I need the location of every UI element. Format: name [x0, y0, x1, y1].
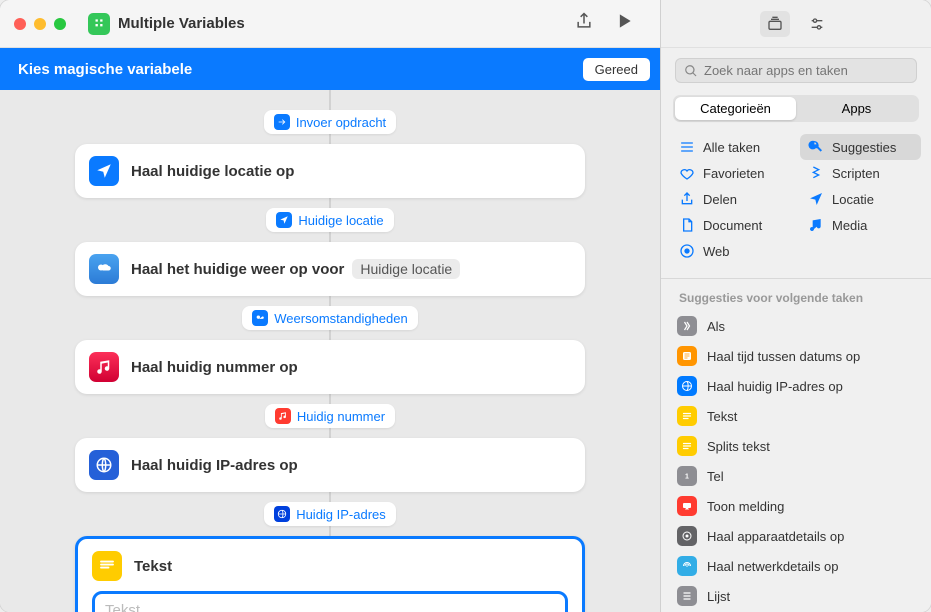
suggestion-als[interactable]: Als	[661, 311, 931, 341]
suggestion-haal-apparaatdetails-op[interactable]: Haal apparaatdetails op	[661, 521, 931, 551]
variable-label: Weersomstandigheden	[274, 311, 407, 326]
run-button[interactable]	[614, 11, 634, 36]
close-icon[interactable]	[14, 18, 26, 30]
segment-categories[interactable]: Categorieën	[675, 97, 796, 120]
input-variable-pill[interactable]: Invoer opdracht	[264, 110, 396, 134]
suggestion-icon	[677, 586, 697, 606]
action-title: Haal huidig IP-adres op	[131, 457, 298, 474]
action-title: Haal huidige locatie op	[131, 163, 294, 180]
variable-location[interactable]: Huidige locatie	[266, 208, 393, 232]
segment-apps[interactable]: Apps	[796, 97, 917, 120]
action-title: Haal het huidige weer op voor Huidige lo…	[131, 259, 460, 279]
variable-picker-label: Kies magische variabele	[18, 61, 192, 78]
category-document[interactable]: Document	[671, 212, 792, 238]
category-locatie[interactable]: Locatie	[800, 186, 921, 212]
library-button[interactable]	[760, 11, 790, 37]
action-get-song[interactable]: Haal huidig nummer op	[75, 340, 585, 394]
input-variable-label: Invoer opdracht	[296, 115, 386, 130]
suggestion-icon	[677, 406, 697, 426]
segment-control[interactable]: Categorieën Apps	[673, 95, 919, 122]
action-title: Haal huidig nummer op	[131, 359, 298, 376]
variable-song[interactable]: Huidig nummer	[265, 404, 395, 428]
svg-text:1: 1	[685, 474, 689, 481]
suggestion-lijst[interactable]: Lijst	[661, 581, 931, 611]
suggestion-haal-netwerkdetails-op[interactable]: Haal netwerkdetails op	[661, 551, 931, 581]
category-delen[interactable]: Delen	[671, 186, 792, 212]
done-button[interactable]: Gereed	[583, 58, 650, 81]
share-button[interactable]	[574, 11, 594, 36]
search-field[interactable]	[675, 58, 917, 83]
category-favorieten[interactable]: Favorieten	[671, 160, 792, 186]
settings-button[interactable]	[802, 11, 832, 37]
divider	[661, 278, 931, 279]
category-scripten[interactable]: Scripten	[800, 160, 921, 186]
suggestion-haal-huidig-ip-adres-op[interactable]: Haal huidig IP-adres op	[661, 371, 931, 401]
variable-label: Huidig IP-adres	[296, 507, 386, 522]
text-icon	[92, 551, 122, 581]
input-icon	[274, 114, 290, 130]
action-text[interactable]: Tekst Tekst	[75, 536, 585, 612]
suggestion-icon: 1	[677, 466, 697, 486]
weather-var-icon	[252, 310, 268, 326]
suggestion-tel[interactable]: 1Tel	[661, 461, 931, 491]
suggestions-header: Suggesties voor volgende taken	[661, 283, 931, 311]
suggestion-haal-tijd-tussen-datums-op[interactable]: Haal tijd tussen datums op	[661, 341, 931, 371]
zoom-icon[interactable]	[54, 18, 66, 30]
variable-ip[interactable]: Huidig IP-adres	[264, 502, 396, 526]
window-title: Multiple Variables	[118, 15, 245, 32]
category-web[interactable]: Web	[671, 238, 792, 264]
suggestion-icon	[677, 346, 697, 366]
window-controls	[14, 18, 66, 30]
suggestion-icon	[677, 436, 697, 456]
suggestion-icon	[677, 556, 697, 576]
action-title: Tekst	[134, 558, 172, 575]
suggestion-icon	[677, 496, 697, 516]
music-icon	[89, 352, 119, 382]
suggestion-icon	[677, 376, 697, 396]
location-icon	[89, 156, 119, 186]
suggestion-toon-melding[interactable]: Toon melding	[661, 491, 931, 521]
suggestion-splits-tekst[interactable]: Splits tekst	[661, 431, 931, 461]
location-arrow-icon	[276, 212, 292, 228]
location-token[interactable]: Huidige locatie	[352, 259, 460, 279]
variable-label: Huidige locatie	[298, 213, 383, 228]
shortcut-icon	[88, 13, 110, 35]
action-get-location[interactable]: Haal huidige locatie op	[75, 144, 585, 198]
suggestion-icon	[677, 526, 697, 546]
action-get-weather[interactable]: Haal het huidige weer op voor Huidige lo…	[75, 242, 585, 296]
minimize-icon[interactable]	[34, 18, 46, 30]
globe-var-icon	[274, 506, 290, 522]
category-alle-taken[interactable]: Alle taken	[671, 134, 792, 160]
variable-weather[interactable]: Weersomstandigheden	[242, 306, 417, 330]
suggestion-tekst[interactable]: Tekst	[661, 401, 931, 431]
titlebar: Multiple Variables	[0, 0, 660, 48]
variable-label: Huidig nummer	[297, 409, 385, 424]
text-field[interactable]: Tekst	[92, 591, 568, 612]
category-media[interactable]: Media	[800, 212, 921, 238]
globe-icon	[89, 450, 119, 480]
music-var-icon	[275, 408, 291, 424]
suggestion-icon	[677, 316, 697, 336]
sidebar-toolbar	[661, 0, 931, 48]
category-suggesties[interactable]: Suggesties	[800, 134, 921, 160]
action-get-ip[interactable]: Haal huidig IP-adres op	[75, 438, 585, 492]
search-input[interactable]	[704, 63, 908, 78]
weather-icon	[89, 254, 119, 284]
search-icon	[684, 64, 698, 78]
variable-picker-bar: Kies magische variabele Gereed	[0, 48, 660, 90]
